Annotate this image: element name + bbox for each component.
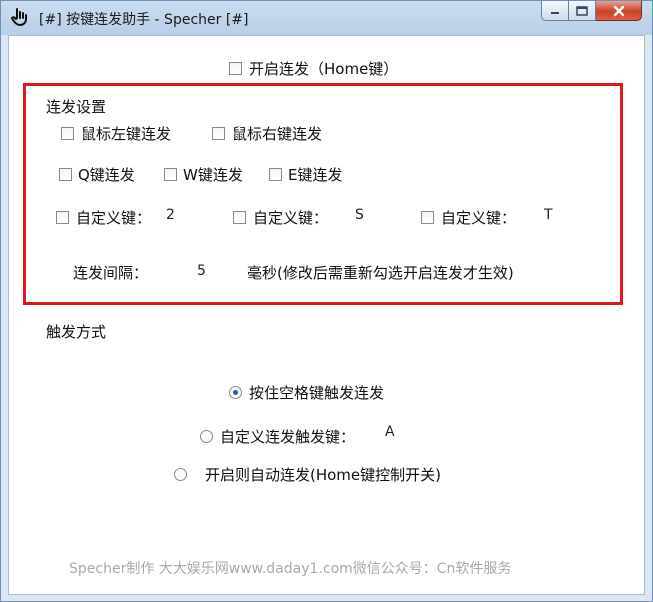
key-e-checkbox[interactable] bbox=[269, 168, 282, 181]
mouse-right-checkbox[interactable] bbox=[212, 127, 225, 140]
repeat-settings-group-label: 连发设置 bbox=[46, 98, 107, 116]
trigger-custom-radio[interactable] bbox=[200, 430, 213, 443]
trigger-auto-radio[interactable] bbox=[174, 468, 187, 481]
mouse-right-label: 鼠标右键连发 bbox=[232, 125, 323, 143]
key-q-label: Q键连发 bbox=[78, 166, 135, 184]
trigger-group-label: 触发方式 bbox=[46, 323, 107, 341]
enable-repeat-label: 开启连发（Home键） bbox=[249, 60, 399, 78]
title-bar[interactable]: [#] 按键连发助手 - Specher [#] bbox=[1, 1, 652, 35]
app-window: [#] 按键连发助手 - Specher [#] 开启连发（Home键） 连发设… bbox=[0, 0, 653, 602]
custom-key-1-label: 自定义键： bbox=[76, 209, 152, 227]
close-button[interactable] bbox=[596, 1, 642, 21]
custom-key-3-checkbox[interactable] bbox=[421, 211, 434, 224]
close-icon bbox=[613, 5, 624, 16]
trigger-custom-label: 自定义连发触发键： bbox=[220, 428, 356, 446]
trigger-custom-input[interactable] bbox=[385, 421, 425, 443]
hand-pointer-icon bbox=[11, 8, 27, 26]
key-e-label: E键连发 bbox=[288, 166, 343, 184]
custom-key-2-input[interactable] bbox=[355, 204, 395, 226]
custom-key-3-input[interactable] bbox=[544, 204, 584, 226]
key-w-checkbox[interactable] bbox=[164, 168, 177, 181]
minimize-icon bbox=[551, 11, 559, 14]
custom-key-2-checkbox[interactable] bbox=[233, 211, 246, 224]
trigger-space-label: 按住空格键触发连发 bbox=[249, 384, 385, 402]
maximize-icon bbox=[576, 5, 588, 16]
mouse-left-label: 鼠标左键连发 bbox=[81, 125, 172, 143]
maximize-button[interactable] bbox=[569, 1, 596, 21]
window-title: [#] 按键连发助手 - Specher [#] bbox=[39, 12, 249, 28]
footer-credits: Specher制作 大大娱乐网www.daday1.com微信公众号：Cn软件服… bbox=[69, 561, 512, 577]
trigger-auto-label: 开启则自动连发(Home键控制开关) bbox=[205, 466, 442, 484]
trigger-space-radio[interactable] bbox=[229, 386, 242, 399]
interval-unit-label: 毫秒(修改后需重新勾选开启连发才生效) bbox=[247, 264, 514, 282]
custom-key-1-checkbox[interactable] bbox=[56, 211, 69, 224]
key-w-label: W键连发 bbox=[183, 166, 243, 184]
custom-key-2-label: 自定义键： bbox=[253, 209, 329, 227]
dialog-body: 开启连发（Home键） 连发设置 鼠标左键连发 鼠标右键连发 Q键连发 W键连发… bbox=[8, 35, 645, 595]
custom-key-3-label: 自定义键： bbox=[441, 209, 517, 227]
custom-key-1-input[interactable] bbox=[166, 204, 206, 226]
mouse-left-checkbox[interactable] bbox=[61, 127, 74, 140]
minimize-button[interactable] bbox=[541, 1, 569, 21]
interval-label: 连发间隔： bbox=[73, 264, 149, 282]
interval-input[interactable] bbox=[197, 260, 237, 282]
enable-repeat-checkbox[interactable] bbox=[229, 62, 242, 75]
key-q-checkbox[interactable] bbox=[59, 168, 72, 181]
window-controls bbox=[541, 1, 642, 23]
